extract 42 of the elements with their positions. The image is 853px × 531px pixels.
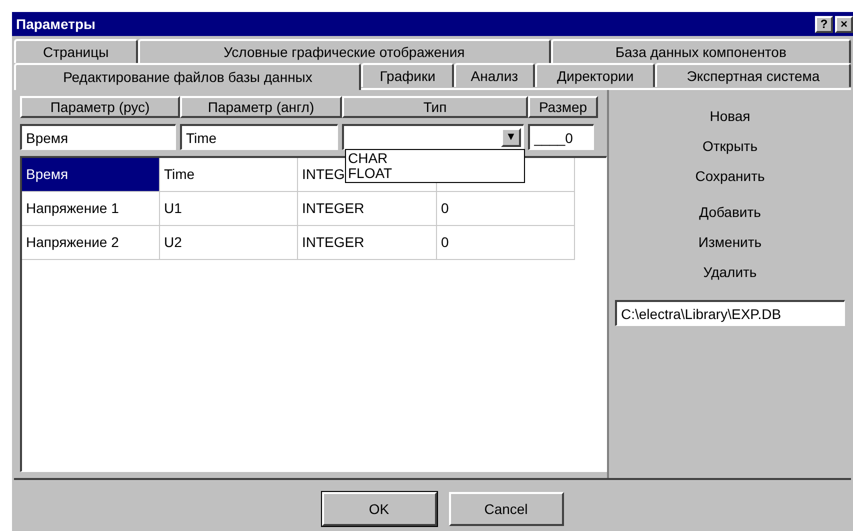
tab[interactable]: Анализ bbox=[454, 63, 536, 87]
tab[interactable]: Графики bbox=[361, 63, 454, 87]
column-header: Параметр (рус) bbox=[20, 96, 180, 118]
grid-value: Напряжение 2 bbox=[26, 233, 119, 252]
text-field[interactable]: ____0 bbox=[528, 124, 594, 150]
grid-value: U2 bbox=[164, 233, 182, 252]
grid-value: 0 bbox=[441, 199, 449, 218]
grid-value: Напряжение 1 bbox=[26, 199, 119, 218]
dialog-button[interactable]: Cancel bbox=[448, 492, 564, 526]
grid-value: INTEG bbox=[302, 165, 345, 184]
tab[interactable]: Редактирование файлов базы данных bbox=[14, 63, 362, 90]
window-title: Параметры bbox=[16, 14, 96, 34]
selected-grid-cell[interactable]: Время bbox=[22, 158, 159, 191]
path-field[interactable]: C:\electra\Library\EXP.DB bbox=[615, 300, 845, 326]
type-dropdown[interactable]: ▼ bbox=[342, 124, 524, 150]
tab[interactable]: Директории bbox=[535, 63, 656, 87]
action-button[interactable]: Новая bbox=[702, 106, 758, 126]
grid-value: 0 bbox=[441, 233, 449, 252]
text-field[interactable]: Время bbox=[20, 124, 176, 150]
dialog-button[interactable]: OK bbox=[322, 492, 436, 526]
grid-value: INTEGER bbox=[302, 233, 364, 252]
tab[interactable]: Экспертная система bbox=[655, 63, 851, 87]
column-header: Размер bbox=[528, 96, 598, 118]
dropdown-option[interactable]: CHAR bbox=[346, 151, 524, 166]
action-button[interactable]: Открыть bbox=[694, 136, 766, 156]
tab[interactable]: Страницы bbox=[14, 39, 138, 63]
tab[interactable]: Условные графические отображения bbox=[138, 39, 551, 63]
action-button[interactable]: Удалить bbox=[695, 262, 765, 282]
tab[interactable]: База данных компонентов bbox=[550, 39, 851, 63]
action-button[interactable]: Сохранить bbox=[687, 166, 773, 186]
action-button[interactable]: Изменить bbox=[690, 232, 770, 252]
dropdown-option[interactable]: FLOAT bbox=[346, 166, 524, 181]
grid-value: INTEGER bbox=[302, 199, 364, 218]
help-button[interactable]: ? bbox=[815, 16, 833, 32]
grid-value: U1 bbox=[164, 199, 182, 218]
close-button[interactable]: × bbox=[835, 16, 853, 32]
text-field[interactable]: Time bbox=[180, 124, 338, 150]
column-header: Тип bbox=[342, 96, 528, 118]
grid-value: Time bbox=[164, 165, 195, 184]
column-header: Параметр (англ) bbox=[180, 96, 342, 118]
dropdown-button[interactable]: ▼ bbox=[501, 128, 521, 147]
action-button[interactable]: Добавить bbox=[691, 202, 769, 222]
